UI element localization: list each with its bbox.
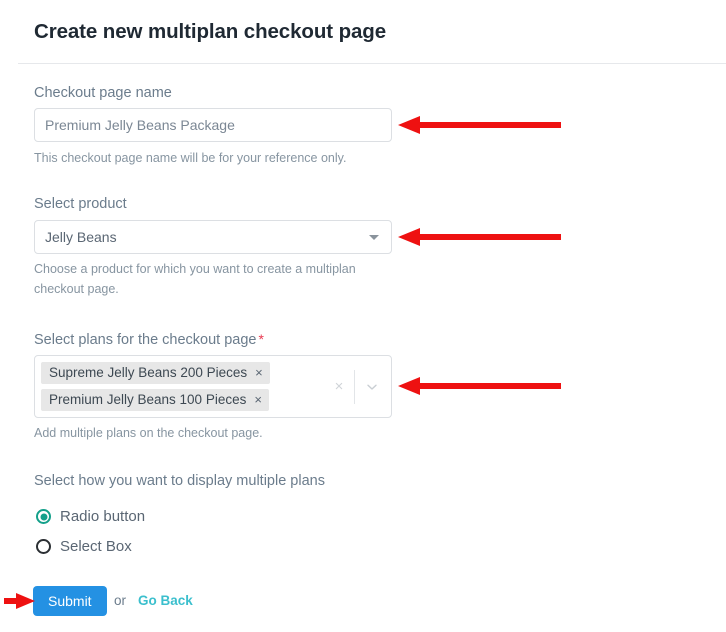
checkout-page-name-label: Checkout page name <box>34 85 172 101</box>
checkout-page-name-help: This checkout page name will be for your… <box>34 151 347 165</box>
required-asterisk: * <box>258 331 264 347</box>
multiselect-controls: × <box>326 369 391 404</box>
radio-option-radio-button[interactable]: Radio button <box>36 508 145 525</box>
plan-tag[interactable]: Supreme Jelly Beans 200 Pieces × <box>41 362 270 384</box>
caret-down-icon <box>369 234 379 240</box>
control-separator <box>354 369 355 404</box>
plan-tag-remove-icon[interactable]: × <box>255 366 263 379</box>
arrow-to-submit-button <box>4 593 35 609</box>
or-label: or <box>114 593 127 608</box>
select-plans-label: Select plans for the checkout page * <box>34 331 264 348</box>
radio-option-select-box[interactable]: Select Box <box>36 538 132 555</box>
submit-button[interactable]: Submit <box>33 586 107 616</box>
select-plans-label-text: Select plans for the checkout page <box>34 332 257 348</box>
select-product-help: Choose a product for which you want to c… <box>34 262 356 296</box>
page-title: Create new multiplan checkout page <box>34 20 387 43</box>
checkout-page-name-input[interactable] <box>34 108 392 142</box>
select-product-value: Jelly Beans <box>45 229 117 245</box>
arrow-to-product-select <box>398 228 561 246</box>
arrow-to-name-field <box>398 116 561 134</box>
plan-tag-remove-icon[interactable]: × <box>254 393 262 406</box>
clear-all-icon[interactable]: × <box>326 379 352 394</box>
radio-option-label: Radio button <box>60 508 146 525</box>
radio-unselected-icon <box>36 539 51 554</box>
radio-selected-icon <box>36 509 51 524</box>
plan-tag-label: Premium Jelly Beans 100 Pieces <box>49 392 247 407</box>
select-plans-multiselect[interactable]: Supreme Jelly Beans 200 Pieces × Premium… <box>34 355 392 418</box>
go-back-link[interactable]: Go Back <box>138 593 193 608</box>
title-divider <box>18 63 726 64</box>
selected-plan-tags: Supreme Jelly Beans 200 Pieces × Premium… <box>41 362 326 411</box>
select-plans-help: Add multiple plans on the checkout page. <box>34 426 263 440</box>
radio-option-label: Select Box <box>60 538 132 555</box>
chevron-down-icon[interactable] <box>357 380 387 394</box>
arrow-to-plans-select <box>398 377 561 395</box>
select-product-dropdown[interactable]: Jelly Beans <box>34 220 392 254</box>
display-mode-label: Select how you want to display multiple … <box>34 473 325 489</box>
select-product-label: Select product <box>34 196 127 212</box>
plan-tag-label: Supreme Jelly Beans 200 Pieces <box>49 365 248 380</box>
plan-tag[interactable]: Premium Jelly Beans 100 Pieces × <box>41 389 269 411</box>
